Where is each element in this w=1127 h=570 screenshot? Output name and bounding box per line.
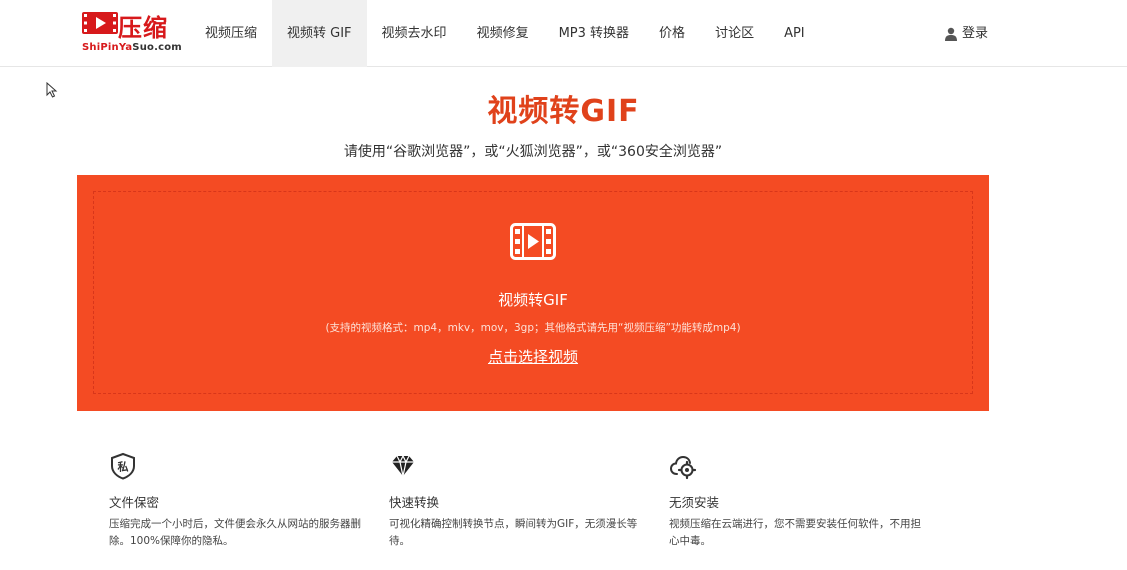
nav-item-video-to-gif[interactable]: 视频转 GIF bbox=[272, 0, 367, 67]
page-title: 视频转GIF bbox=[487, 94, 640, 129]
feature-desc: 压缩完成一个小时后，文件便会永久从网站的服务器删除。100%保障你的隐私。 bbox=[109, 518, 361, 547]
site-header: 压缩 ShiPinYaSuo.com 视频压缩 视频转 GIF 视频去水印 视频… bbox=[0, 0, 1127, 67]
nav-item-forum[interactable]: 讨论区 bbox=[700, 0, 769, 67]
svg-text:私: 私 bbox=[118, 460, 129, 474]
nav-item-remove-watermark[interactable]: 视频去水印 bbox=[367, 0, 462, 67]
feature-desc: 视频压缩在云端进行，您不需要安装任何软件，不用担心中毒。 bbox=[669, 518, 921, 547]
logo-domain-part1: ShiPinYa bbox=[82, 42, 133, 53]
main-nav: 视频压缩 视频转 GIF 视频去水印 视频修复 MP3 转换器 价格 讨论区 A… bbox=[190, 0, 820, 67]
nav-item-api[interactable]: API bbox=[769, 0, 820, 67]
privacy-shield-icon: 私 bbox=[111, 452, 135, 480]
browser-recommendation: 请使用“谷歌浏览器”，或“火狐浏览器”，或“360安全浏览器” bbox=[343, 144, 723, 160]
film-play-icon bbox=[510, 223, 556, 260]
feature-fast-convert: 快速转换 可视化精确控制转换节点，瞬间转为GIF，无须漫长等待。 bbox=[389, 452, 649, 547]
nav-item-video-compress[interactable]: 视频压缩 bbox=[190, 0, 272, 67]
logo-text: 压缩 bbox=[118, 14, 168, 42]
feature-title: 文件保密 bbox=[109, 495, 160, 510]
nav-item-mp3-converter[interactable]: MP3 转换器 bbox=[544, 0, 644, 67]
user-icon bbox=[945, 27, 957, 41]
logo-domain: ShiPinYaSuo.com bbox=[82, 42, 182, 53]
feature-privacy: 私 文件保密 压缩完成一个小时后，文件便会永久从网站的服务器删除。100%保障你… bbox=[109, 452, 369, 547]
cloud-gear-icon bbox=[669, 455, 697, 480]
feature-no-install: 无须安装 视频压缩在云端进行，您不需要安装任何软件，不用担心中毒。 bbox=[669, 452, 929, 547]
select-video-link-wrap: 点击选择视频 bbox=[77, 346, 989, 367]
nav-item-pricing[interactable]: 价格 bbox=[644, 0, 700, 67]
feature-title: 快速转换 bbox=[389, 495, 440, 510]
feature-title: 无须安装 bbox=[669, 495, 720, 510]
nav-item-video-repair[interactable]: 视频修复 bbox=[462, 0, 544, 67]
logo-film-icon bbox=[82, 12, 118, 34]
site-logo[interactable]: 压缩 ShiPinYaSuo.com bbox=[82, 10, 182, 58]
supported-formats-note: (支持的视频格式：mp4，mkv，mov，3gp；其他格式请先用“视频压缩”功能… bbox=[325, 322, 741, 334]
diamond-icon bbox=[392, 454, 414, 477]
login-label: 登录 bbox=[962, 26, 989, 41]
logo-domain-part2: Suo.com bbox=[132, 42, 182, 53]
feature-desc: 可视化精确控制转换节点，瞬间转为GIF，无须漫长等待。 bbox=[389, 518, 638, 547]
select-video-link[interactable]: 点击选择视频 bbox=[488, 348, 578, 366]
upload-title: 视频转GIF bbox=[498, 291, 568, 309]
upload-panel[interactable]: 视频转GIF (支持的视频格式：mp4，mkv，mov，3gp；其他格式请先用“… bbox=[77, 175, 989, 411]
login-link[interactable]: 登录 bbox=[944, 0, 988, 67]
